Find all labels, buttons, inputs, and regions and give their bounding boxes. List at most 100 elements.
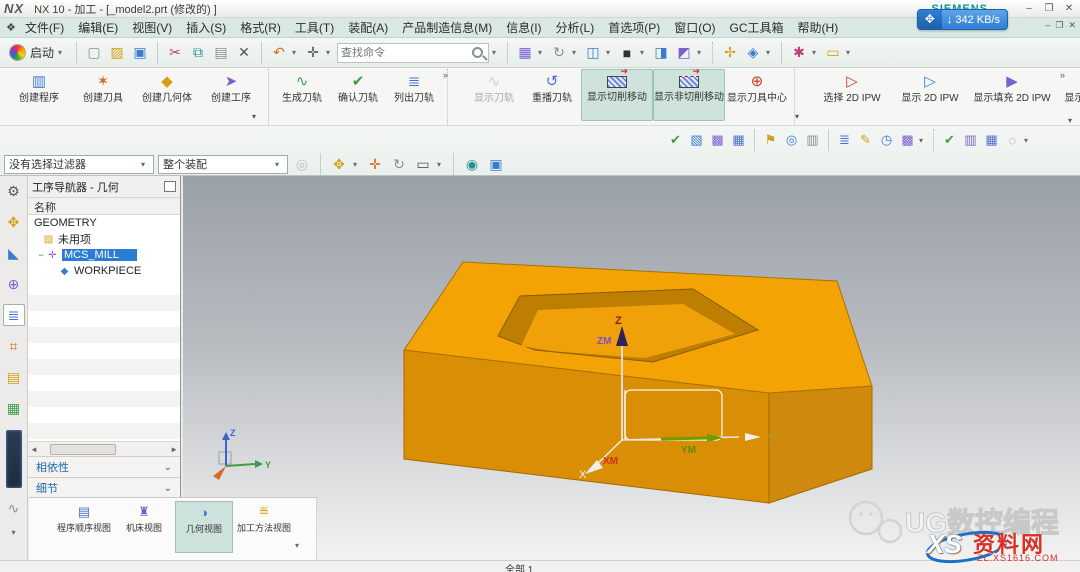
quick-dropdown-arrow[interactable]: ▾ (1024, 136, 1032, 145)
show-3d-ipw-button[interactable]: ▶ 显示 3D IPW (1054, 69, 1080, 121)
tree-row-workpiece[interactable]: ◆ WORKPIECE (28, 263, 180, 279)
show-noncutting-moves-button[interactable]: 显示非切削移动 (653, 69, 725, 121)
cut-icon[interactable]: ✂ (165, 43, 185, 63)
measure-icon[interactable]: ✱ (789, 43, 809, 63)
tree-row-geometry[interactable]: GEOMETRY (28, 215, 180, 231)
horizontal-scrollbar[interactable]: ◄ ► (28, 441, 180, 456)
machine-tool-navigator-icon[interactable]: ▤ (3, 366, 25, 388)
sim-display-icon[interactable]: ▧ (687, 131, 706, 150)
menu-assembly[interactable]: 装配(A) (341, 17, 395, 38)
scrollbar-thumb[interactable] (50, 444, 116, 455)
rotate-object-icon[interactable]: ↻ (389, 154, 409, 174)
menu-edit[interactable]: 编辑(E) (71, 17, 125, 38)
menu-gc-toolbox[interactable]: GC工具箱 (723, 17, 791, 38)
roles-tab[interactable] (6, 430, 22, 488)
start-dropdown-arrow[interactable]: ▾ (58, 48, 66, 57)
rectangle-select-icon[interactable]: ▭ (413, 154, 433, 174)
undo-icon[interactable]: ↶ (269, 43, 289, 63)
open-file-icon[interactable]: ▨ (107, 43, 127, 63)
move-object-icon[interactable]: ✛ (365, 154, 385, 174)
view-cube-arrow[interactable]: ▾ (606, 48, 614, 57)
view-cube-icon[interactable]: ◫ (583, 43, 603, 63)
orient-view-icon[interactable]: ◨ (651, 43, 671, 63)
approve-check-icon[interactable]: ✔ (940, 131, 959, 150)
details-section[interactable]: 细节 ⌄ (28, 477, 180, 498)
graphics-viewport[interactable]: Z ZM YM Y XM X Z Y (183, 176, 1080, 560)
group-dropdown-arrow[interactable]: ▾ (795, 112, 799, 121)
network-speed-badge[interactable]: ✥ ↓ 342 KB/s (917, 9, 1008, 30)
assembly-box-icon[interactable]: ▣ (486, 154, 506, 174)
menu-help[interactable]: 帮助(H) (791, 17, 846, 38)
measure-distance-icon[interactable]: ▭ (823, 43, 843, 63)
worksheet-icon[interactable]: ▥ (961, 131, 980, 150)
menu-preferences[interactable]: 首选项(P) (601, 17, 667, 38)
machine-tool-view-tab[interactable]: ♜ 机床视图 (115, 501, 173, 553)
create-geometry-button[interactable]: ◆ 创建几何体 (135, 69, 199, 121)
part-front-right-face[interactable] (769, 386, 872, 503)
reuse-library-icon[interactable]: ▦ (3, 397, 25, 419)
restore-button[interactable]: ❐ (1042, 3, 1056, 14)
group-dropdown-arrow[interactable]: ▾ (1068, 116, 1072, 125)
menu-info[interactable]: 信息(I) (499, 17, 548, 38)
minimize-button[interactable]: – (1022, 3, 1036, 14)
tree-row-unused[interactable]: ▨ 未用项 (28, 231, 180, 247)
close-button[interactable]: ✕ (1062, 3, 1076, 14)
menu-window[interactable]: 窗口(O) (667, 17, 722, 38)
rectangle-select-arrow[interactable]: ▾ (437, 160, 445, 169)
menu-tools[interactable]: 工具(T) (288, 17, 341, 38)
overflow-marker[interactable]: » (443, 70, 447, 80)
inactive-op-icon[interactable]: ◌ (1003, 131, 1022, 150)
show-filled-2d-ipw-button[interactable]: ▶ 显示填充 2D IPW (970, 69, 1054, 121)
part-navigator-icon[interactable]: ⊕ (3, 273, 25, 295)
assembly-navigator-icon[interactable]: ✥ (3, 211, 25, 233)
delete-icon[interactable]: ✕ (234, 43, 254, 63)
group-dropdown-arrow[interactable]: ▾ (252, 112, 256, 121)
replay-toolpath-button[interactable]: ↺ 重播刀轨 (523, 69, 581, 121)
window-layout-arrow[interactable]: ▾ (538, 48, 546, 57)
mdi-minimize-button[interactable]: – (1045, 20, 1050, 31)
mdi-restore-button[interactable]: ❐ (1055, 20, 1063, 31)
overflow-marker[interactable]: » (1060, 70, 1064, 80)
find-feature-icon[interactable]: ◎ (782, 131, 801, 150)
snap-point-icon[interactable]: ✢ (720, 43, 740, 63)
mdi-close-button[interactable]: ✕ (1068, 20, 1076, 31)
list-toolpath-button[interactable]: ≣ 列出刀轨 (386, 69, 442, 121)
view-tabs-more-arrow[interactable]: ▾ (295, 541, 299, 550)
selection-filter-icon[interactable]: ✛ (303, 43, 323, 63)
wcs-icon[interactable]: ◈ (743, 43, 763, 63)
show-hide-icon[interactable]: ◉ (462, 154, 482, 174)
data-table-icon[interactable]: ▦ (982, 131, 1001, 150)
orient-view-icon-b[interactable]: ◩ (674, 43, 694, 63)
find-in-assembly-icon[interactable]: ◎ (292, 154, 312, 174)
resource-bar-more-arrow[interactable]: ▾ (11, 528, 15, 537)
history-icon[interactable]: ∿ (3, 497, 25, 519)
command-finder-input[interactable] (341, 47, 472, 59)
verify-toolpath-button[interactable]: ✔ 确认刀轨 (330, 69, 386, 121)
menu-view[interactable]: 视图(V) (125, 17, 179, 38)
menu-format[interactable]: 格式(R) (233, 17, 288, 38)
menu-pmi[interactable]: 产品制造信息(M) (395, 17, 499, 38)
list-output-icon[interactable]: ≣ (835, 131, 854, 150)
shaded-display-icon[interactable]: ■ (617, 43, 637, 63)
snap-arrow[interactable]: ▾ (353, 160, 361, 169)
machining-method-view-tab[interactable]: ≝ 加工方法视图 (235, 501, 293, 553)
search-dropdown-arrow[interactable]: ▾ (492, 48, 500, 57)
new-file-icon[interactable]: ▢ (84, 43, 104, 63)
measure-arrow[interactable]: ▾ (812, 48, 820, 57)
geometry-view-tab[interactable]: ◑ 几何视图 (175, 501, 233, 553)
scroll-left-arrow[interactable]: ◄ (30, 445, 38, 454)
create-tool-button[interactable]: ✶ 创建刀具 (71, 69, 135, 121)
rotate-view-arrow[interactable]: ▾ (572, 48, 580, 57)
show-2d-ipw-button[interactable]: ▷ 显示 2D IPW (890, 69, 970, 121)
signal-flag-icon[interactable]: ⚑ (761, 131, 780, 150)
menu-analysis[interactable]: 分析(L) (549, 17, 602, 38)
rotate-view-icon[interactable]: ↻ (549, 43, 569, 63)
machining-feature-navigator-icon[interactable]: ⌗ (3, 335, 25, 357)
generate-check-icon[interactable]: ✔ (666, 131, 685, 150)
operation-navigator-icon[interactable]: ≣ (3, 304, 25, 326)
machining-time-icon[interactable]: ◷ (877, 131, 896, 150)
start-button[interactable]: 启动 ▾ (6, 43, 69, 62)
selection-dropdown-arrow[interactable]: ▾ (326, 48, 334, 57)
selection-scope-dropdown[interactable]: 整个装配 ▾ (158, 155, 288, 174)
create-program-button[interactable]: ▥ 创建程序 (7, 69, 71, 121)
